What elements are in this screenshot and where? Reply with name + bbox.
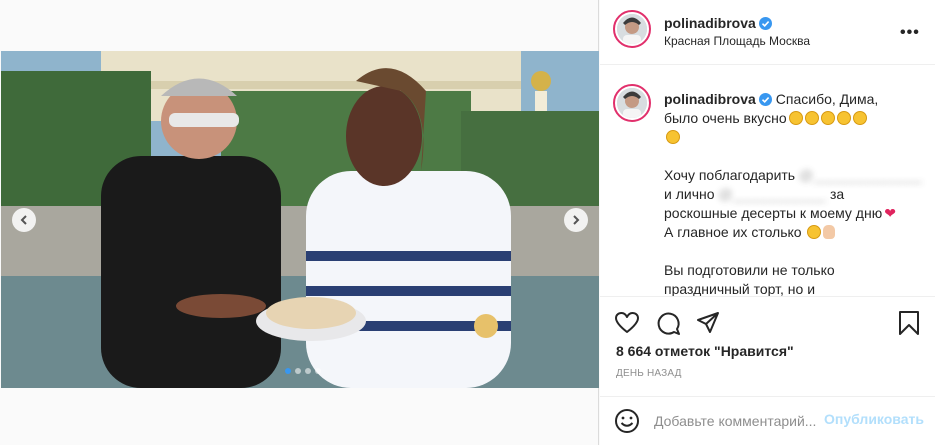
carousel-indicator bbox=[285, 368, 321, 374]
verified-badge-icon bbox=[758, 17, 772, 30]
like-heart-icon[interactable] bbox=[614, 310, 640, 336]
caption-line: Хочу поблагодарить bbox=[664, 167, 796, 183]
laughing-emoji-icon bbox=[807, 225, 822, 239]
laughing-emoji-icon bbox=[852, 111, 867, 125]
share-icon[interactable] bbox=[695, 310, 721, 336]
post-photo bbox=[1, 51, 599, 388]
caption-line: было очень вкусно bbox=[664, 110, 787, 126]
post-side-panel: polinadibrova Красная Площадь Москва •••… bbox=[600, 0, 935, 445]
caption-line: А главное их столько bbox=[664, 224, 802, 240]
chevron-left-icon bbox=[20, 215, 27, 225]
caption-avatar[interactable] bbox=[613, 84, 651, 122]
post-caption: polinadibrova Спасибо, Дима, было очень в… bbox=[664, 90, 926, 296]
mention-link[interactable]: @______________ bbox=[799, 166, 922, 185]
raised-hand-icon bbox=[823, 225, 836, 239]
emoji-picker-icon[interactable] bbox=[614, 408, 640, 434]
carousel-dot bbox=[285, 368, 291, 374]
caption-username[interactable]: polinadibrova bbox=[664, 91, 772, 107]
carousel-dot bbox=[295, 368, 301, 374]
laughing-emoji-icon bbox=[820, 111, 835, 125]
caption-line: праздничный торт, но и bbox=[664, 281, 816, 296]
post-timestamp[interactable]: ДЕНЬ НАЗАД bbox=[616, 368, 682, 379]
caption-line: и лично bbox=[664, 186, 715, 202]
laughing-emoji-icon bbox=[666, 130, 680, 144]
post-header: polinadibrova Красная Площадь Москва ••• bbox=[600, 0, 935, 65]
publish-button[interactable]: Опубликовать bbox=[824, 411, 924, 427]
laughing-emoji-icon bbox=[836, 111, 851, 125]
mention-link[interactable]: @____________ bbox=[718, 185, 826, 204]
post-location[interactable]: Красная Площадь Москва bbox=[664, 34, 810, 48]
likes-count[interactable]: 8 664 отметок "Нравится" bbox=[616, 343, 794, 359]
caption-line: за bbox=[829, 186, 845, 202]
author-avatar[interactable] bbox=[613, 10, 651, 48]
post-dialog: polinadibrova Красная Площадь Москва •••… bbox=[0, 0, 935, 445]
red-heart-icon: ❤ bbox=[884, 205, 896, 221]
carousel-dot bbox=[315, 368, 321, 374]
post-media bbox=[0, 0, 599, 445]
save-bookmark-icon[interactable] bbox=[896, 310, 922, 336]
more-options-icon[interactable]: ••• bbox=[900, 24, 920, 42]
carousel-dot bbox=[305, 368, 311, 374]
caption-line: Спасибо, Дима, bbox=[775, 91, 879, 107]
laughing-emoji-icon bbox=[804, 111, 819, 125]
verified-badge-icon bbox=[758, 93, 772, 106]
carousel-prev-button[interactable] bbox=[12, 208, 36, 232]
caption-line: роскошные десерты к моему дню bbox=[664, 205, 883, 221]
caption-line: Вы подготовили не только bbox=[664, 262, 835, 278]
chevron-right-icon bbox=[573, 215, 580, 225]
add-comment-bar: Опубликовать bbox=[600, 396, 935, 445]
laughing-emoji-icon bbox=[788, 111, 803, 125]
author-username[interactable]: polinadibrova bbox=[664, 15, 772, 31]
carousel-next-button[interactable] bbox=[564, 208, 588, 232]
post-actions: 8 664 отметок "Нравится" ДЕНЬ НАЗАД bbox=[600, 296, 935, 396]
comments-list: polinadibrova Спасибо, Дима, было очень в… bbox=[600, 66, 935, 296]
comment-icon[interactable] bbox=[655, 310, 681, 336]
comment-input[interactable] bbox=[654, 409, 824, 433]
